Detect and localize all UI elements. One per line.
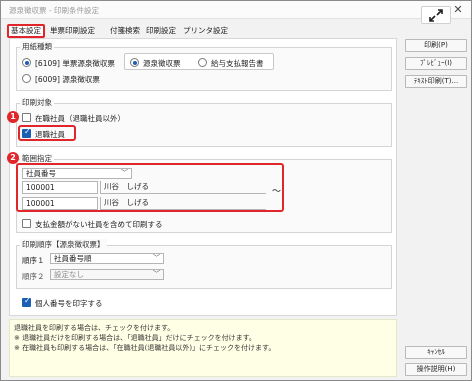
cancel-button[interactable]: ｷｬﾝｾﾙ [405,346,467,359]
expand-icon [429,9,443,22]
radio-salary-report-label: 給与支払報告書 [211,59,264,68]
callout-badge-2: 2 [7,152,19,164]
window-title: 源泉徴収票 - 印刷条件設定 [9,6,99,15]
tab-print-settings[interactable]: 印刷設定 [146,24,176,38]
callout-badge-1: 1 [7,111,19,123]
range-tilde: ～ [272,187,282,197]
tab-printer-settings[interactable]: プリンタ設定 [183,24,228,38]
order1-label: 順序１ [22,256,45,265]
chevron-down-icon: ﹀ [121,169,128,177]
radio-salary-report[interactable] [198,58,207,67]
close-icon[interactable]: ✕ [451,3,465,17]
print-order-label: 印刷順序【源泉徴収票】 [20,239,107,250]
text-print-button[interactable]: ﾃｷｽﾄ印刷(T)... [405,75,467,88]
help-line-1: 退職社員を印刷する場合は、チェックを付けます。 [14,324,175,332]
radio-6009-label: [6009] 源泉徴収票 [35,75,100,84]
order2-value: 設定なし [54,270,84,279]
radio-6109[interactable] [22,58,31,67]
checkbox-personal-number[interactable] [22,296,31,307]
radio-6109-label: [6109] 単票源泉徴収票 [35,59,115,68]
tab-sticky-search[interactable]: 付箋検索 [110,24,140,38]
checkbox-retired-employees[interactable] [22,127,31,138]
checkbox-personal-number-label: 個人番号を印字する [35,299,103,308]
radio-6009[interactable] [22,74,31,83]
help-line-2: ※ 退職社員だけを印刷する場合は、「退職社員」だけにチェックを付けます。 [14,334,256,342]
chevron-down-icon: ﹀ [153,254,160,262]
order2-label: 順序２ [22,272,45,281]
order2-select[interactable]: 設定なし ﹀ [50,269,164,280]
tab-single-print-settings[interactable]: 単票印刷設定 [50,24,95,38]
preview-button[interactable]: ﾌﾟﾚﾋﾞｭｰ(I) [405,57,467,70]
chevron-down-icon: ﹀ [153,270,160,278]
checkbox-include-zero-pay[interactable] [22,219,31,228]
radio-withholding[interactable] [130,58,139,67]
range-field-value: 社員番号 [26,169,56,178]
range-to-code-input[interactable]: 100001 [22,197,98,210]
range-to-name: 川谷 しげる [100,197,266,210]
checkbox-include-zero-pay-label: 支払金額がない社員を含めて印刷する [35,220,163,229]
print-button[interactable]: 印刷(P) [405,39,467,52]
title-bar: 源泉徴収票 - 印刷条件設定 ✕ [1,1,471,19]
radio-withholding-label: 源泉徴収票 [143,59,181,68]
range-field-select[interactable]: 社員番号 ﹀ [22,168,132,179]
print-settings-window: 源泉徴収票 - 印刷条件設定 ✕ 基本設定 単票印刷設定 付箋検索 印刷設定 プ… [0,0,472,381]
print-order-group [16,245,392,289]
settings-panel: 用紙種類 [6109] 単票源泉徴収票 [6009] 源泉徴収票 源泉徴収票 給… [7,38,397,316]
order1-value: 社員番号順 [54,254,92,263]
order1-select[interactable]: 社員番号順 ﹀ [50,253,164,264]
help-line-3: ※ 在職社員も印刷する場合は、「在職社員(退職社員以外)」にチェックを付けます。 [14,344,276,352]
tab-basic-settings[interactable]: 基本設定 [7,24,45,38]
checkbox-retired-employees-label: 退職社員 [35,130,65,139]
expand-button[interactable] [421,6,451,24]
range-from-code-input[interactable]: 100001 [22,181,98,194]
paper-type-label: 用紙種類 [20,41,54,52]
range-from-name: 川谷 しげる [100,181,266,194]
checkbox-active-employees[interactable] [22,113,31,122]
checkbox-active-employees-label: 在職社員（退職社員以外） [35,114,125,123]
help-button[interactable]: 操作説明(H) [405,363,467,376]
help-text-area: 退職社員を印刷する場合は、チェックを付けます。 ※ 退職社員だけを印刷する場合は… [9,319,397,377]
print-target-label: 印刷対象 [20,97,54,108]
